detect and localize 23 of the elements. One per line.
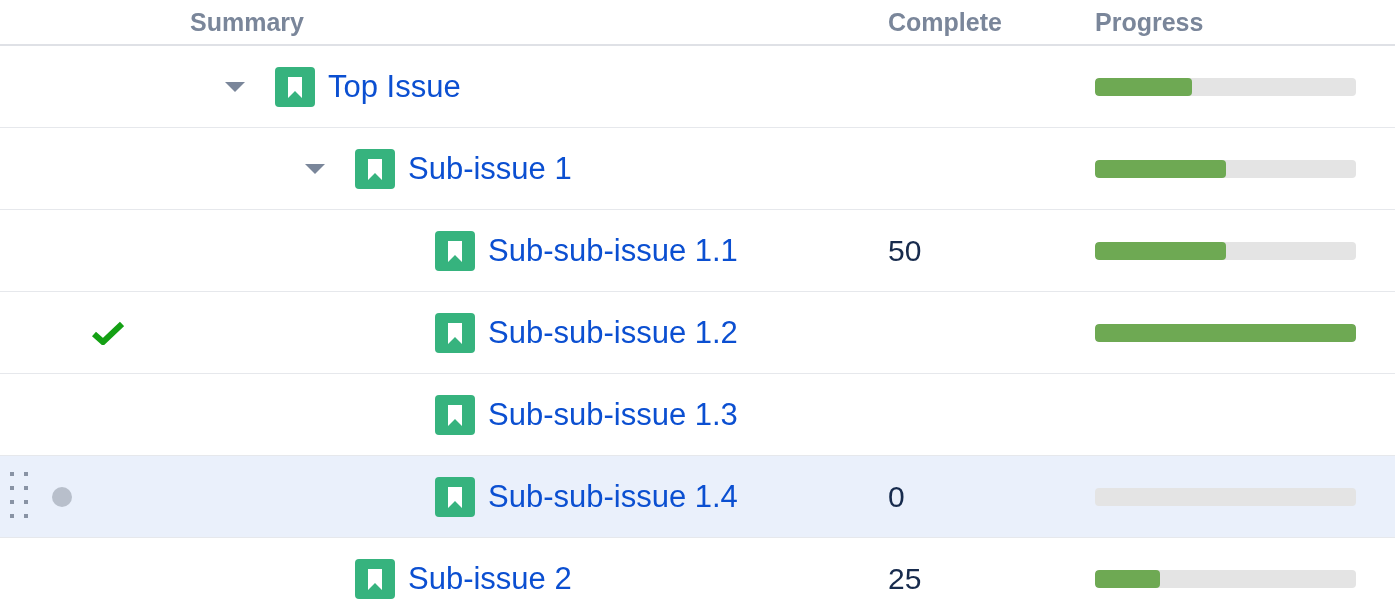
caret-icon[interactable] <box>225 80 245 93</box>
bookmark-icon <box>435 394 475 435</box>
bookmark-icon <box>435 476 475 517</box>
bookmark-icon <box>275 66 315 107</box>
issue-link[interactable]: Sub-sub-issue 1.2 <box>488 314 738 351</box>
issue-link[interactable]: Top Issue <box>328 68 461 105</box>
issue-link[interactable]: Sub-sub-issue 1.1 <box>488 232 738 269</box>
bookmark-icon <box>435 230 475 271</box>
issue-link[interactable]: Sub-issue 2 <box>408 560 572 597</box>
complete-value: 25 <box>888 561 922 595</box>
complete-value: 0 <box>888 479 905 513</box>
issue-link[interactable]: Sub-sub-issue 1.3 <box>488 396 738 433</box>
column-header[interactable]: Progress <box>1095 7 1204 37</box>
issue-link[interactable]: Sub-issue 1 <box>408 150 572 187</box>
complete-value: 50 <box>888 233 922 267</box>
table-row[interactable]: Sub-sub-issue 1.4 0 <box>0 456 1395 538</box>
column-header[interactable]: Complete <box>888 7 1002 37</box>
issue-link[interactable]: Sub-sub-issue 1.4 <box>488 478 738 515</box>
bookmark-icon <box>355 148 395 189</box>
bookmark-icon <box>435 312 475 353</box>
caret-icon[interactable] <box>305 162 325 175</box>
column-header[interactable]: Summary <box>190 7 304 37</box>
bookmark-icon <box>355 558 395 599</box>
